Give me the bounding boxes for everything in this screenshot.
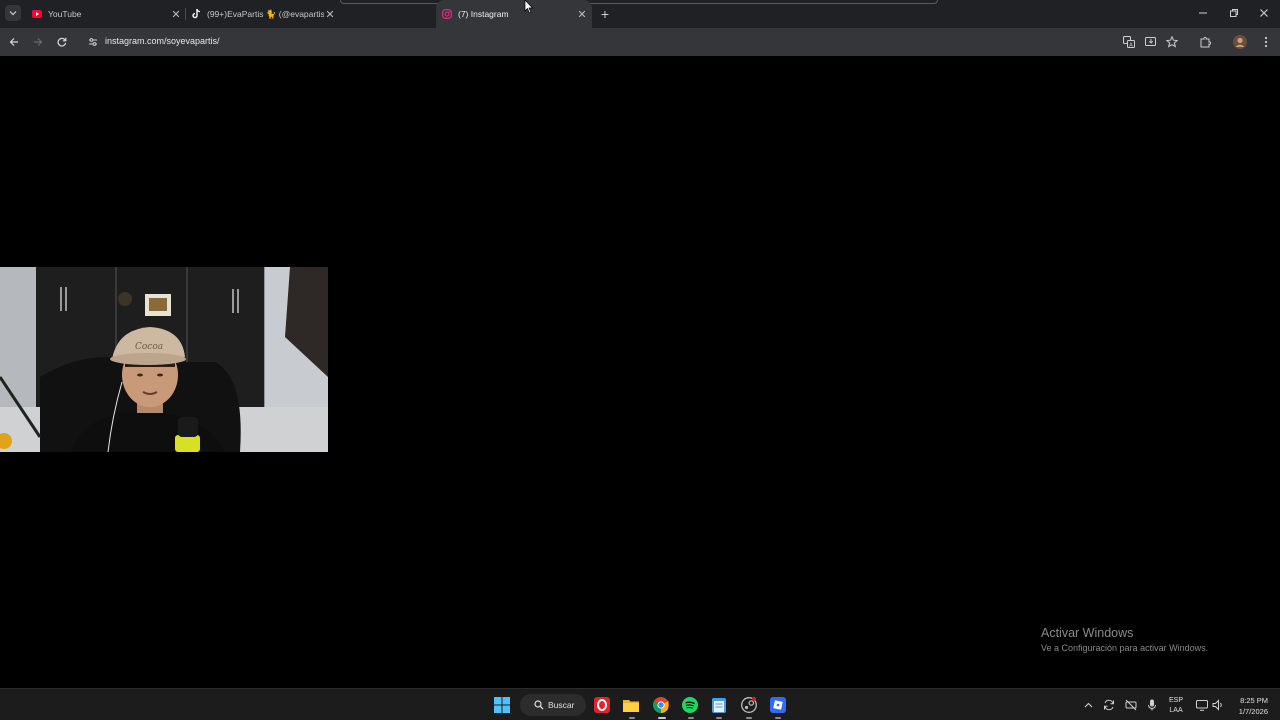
- translate-button[interactable]: A: [1121, 34, 1137, 50]
- more-vert-icon: [1264, 36, 1268, 48]
- mouse-cursor-icon: [524, 0, 534, 14]
- opera-icon[interactable]: [593, 696, 611, 714]
- windows-start-icon[interactable]: [493, 696, 511, 714]
- chrome-icon[interactable]: [652, 696, 670, 714]
- clock-date: 1/7/2026: [1238, 707, 1268, 716]
- close-window-button[interactable]: [1254, 4, 1274, 22]
- forward-button[interactable]: [30, 34, 46, 50]
- system-clock[interactable]: 8:25 PM 1/7/2026: [1230, 695, 1268, 717]
- steam-icon[interactable]: [740, 696, 758, 714]
- tune-icon: [89, 38, 97, 46]
- chevron-up-icon[interactable]: [1081, 698, 1095, 712]
- star-icon: [1166, 36, 1178, 48]
- app-indicator: [629, 717, 635, 719]
- avatar-icon: [1233, 35, 1247, 49]
- tab-search-button[interactable]: [5, 5, 21, 21]
- svg-text:A: A: [1129, 43, 1133, 48]
- taskbar-search[interactable]: Buscar: [520, 694, 586, 716]
- bookmark-button[interactable]: [1164, 34, 1180, 50]
- sync-icon[interactable]: [1102, 698, 1116, 712]
- roblox-studio-icon[interactable]: [769, 696, 787, 714]
- tab-title: YouTube: [48, 9, 82, 19]
- app-indicator: [775, 717, 781, 719]
- site-info-button[interactable]: [85, 34, 101, 50]
- tab-drag-outline: [340, 0, 938, 4]
- tab-instagram[interactable]: (7) Instagram ✕: [436, 0, 592, 28]
- close-icon: [1260, 9, 1268, 17]
- url-text[interactable]: instagram.com/soyevapartis/: [105, 36, 220, 46]
- input-language[interactable]: ESP LAA: [1169, 696, 1183, 716]
- close-icon[interactable]: ✕: [576, 8, 588, 21]
- browser-toolbar: instagram.com/soyevapartis/ A: [0, 28, 1280, 56]
- spotify-icon[interactable]: [681, 696, 699, 714]
- file-explorer-icon[interactable]: [622, 696, 640, 714]
- close-icon[interactable]: ✕: [170, 8, 182, 21]
- puzzle-icon: [1200, 36, 1211, 48]
- watermark-subtitle: Ve a Configuración para activar Windows.: [1041, 643, 1209, 653]
- volume-icon[interactable]: [1211, 698, 1225, 712]
- menu-button[interactable]: [1258, 34, 1274, 50]
- app-indicator: [716, 717, 722, 719]
- reload-icon: [57, 37, 67, 47]
- network-off-icon[interactable]: [1124, 698, 1138, 712]
- microphone-icon[interactable]: [1145, 698, 1159, 712]
- tab-youtube[interactable]: YouTube ✕: [26, 0, 182, 28]
- display-icon[interactable]: [1195, 698, 1209, 712]
- install-icon: [1145, 37, 1156, 46]
- close-icon[interactable]: ✕: [324, 8, 336, 21]
- search-label: Buscar: [548, 700, 575, 710]
- address-bar[interactable]: instagram.com/soyevapartis/: [80, 30, 1192, 54]
- watermark-title: Activar Windows: [1041, 626, 1134, 640]
- tab-tiktok[interactable]: (99+)EvaPartis 🐈 (@evapartis) ✕: [186, 0, 336, 28]
- search-icon: [534, 700, 544, 710]
- webcam-overlay: Cocoa: [0, 267, 328, 452]
- svg-text:Cocoa: Cocoa: [135, 342, 163, 352]
- taskbar: Buscar ESP LAA 8:25 PM 1/7/2026: [0, 688, 1280, 720]
- instagram-icon: [442, 9, 452, 19]
- restore-icon: [1230, 9, 1238, 17]
- minimize-icon: [1199, 12, 1207, 14]
- restore-button[interactable]: [1224, 4, 1244, 22]
- translate-icon: A: [1123, 36, 1135, 48]
- youtube-icon: [32, 9, 42, 19]
- app-indicator: [688, 717, 694, 719]
- tab-title: (99+)EvaPartis 🐈 (@evapartis): [207, 8, 324, 19]
- back-arrow-icon: [9, 38, 18, 46]
- reload-button[interactable]: [54, 34, 70, 50]
- extensions-button[interactable]: [1197, 34, 1213, 50]
- tab-title: (7) Instagram: [458, 9, 509, 19]
- chevron-down-icon: [9, 11, 17, 16]
- language-layout: LAA: [1169, 707, 1183, 714]
- windows-activation-watermark: Activar Windows Ve a Configuración para …: [1041, 626, 1208, 653]
- minimize-button[interactable]: [1193, 4, 1213, 22]
- new-tab-button[interactable]: +: [597, 6, 613, 22]
- forward-arrow-icon: [34, 38, 43, 46]
- app-indicator: [746, 717, 752, 719]
- tab-strip: YouTube ✕ (99+)EvaPartis 🐈 (@evapartis) …: [0, 0, 1280, 28]
- chrome-active-indicator: [658, 717, 666, 719]
- clock-time: 8:25 PM: [1240, 696, 1268, 705]
- tiktok-icon: [191, 9, 201, 19]
- profile-avatar[interactable]: [1232, 34, 1248, 50]
- install-app-button[interactable]: [1143, 34, 1159, 50]
- back-button[interactable]: [6, 34, 22, 50]
- language-code: ESP: [1169, 697, 1184, 704]
- notepad-icon[interactable]: [710, 696, 728, 714]
